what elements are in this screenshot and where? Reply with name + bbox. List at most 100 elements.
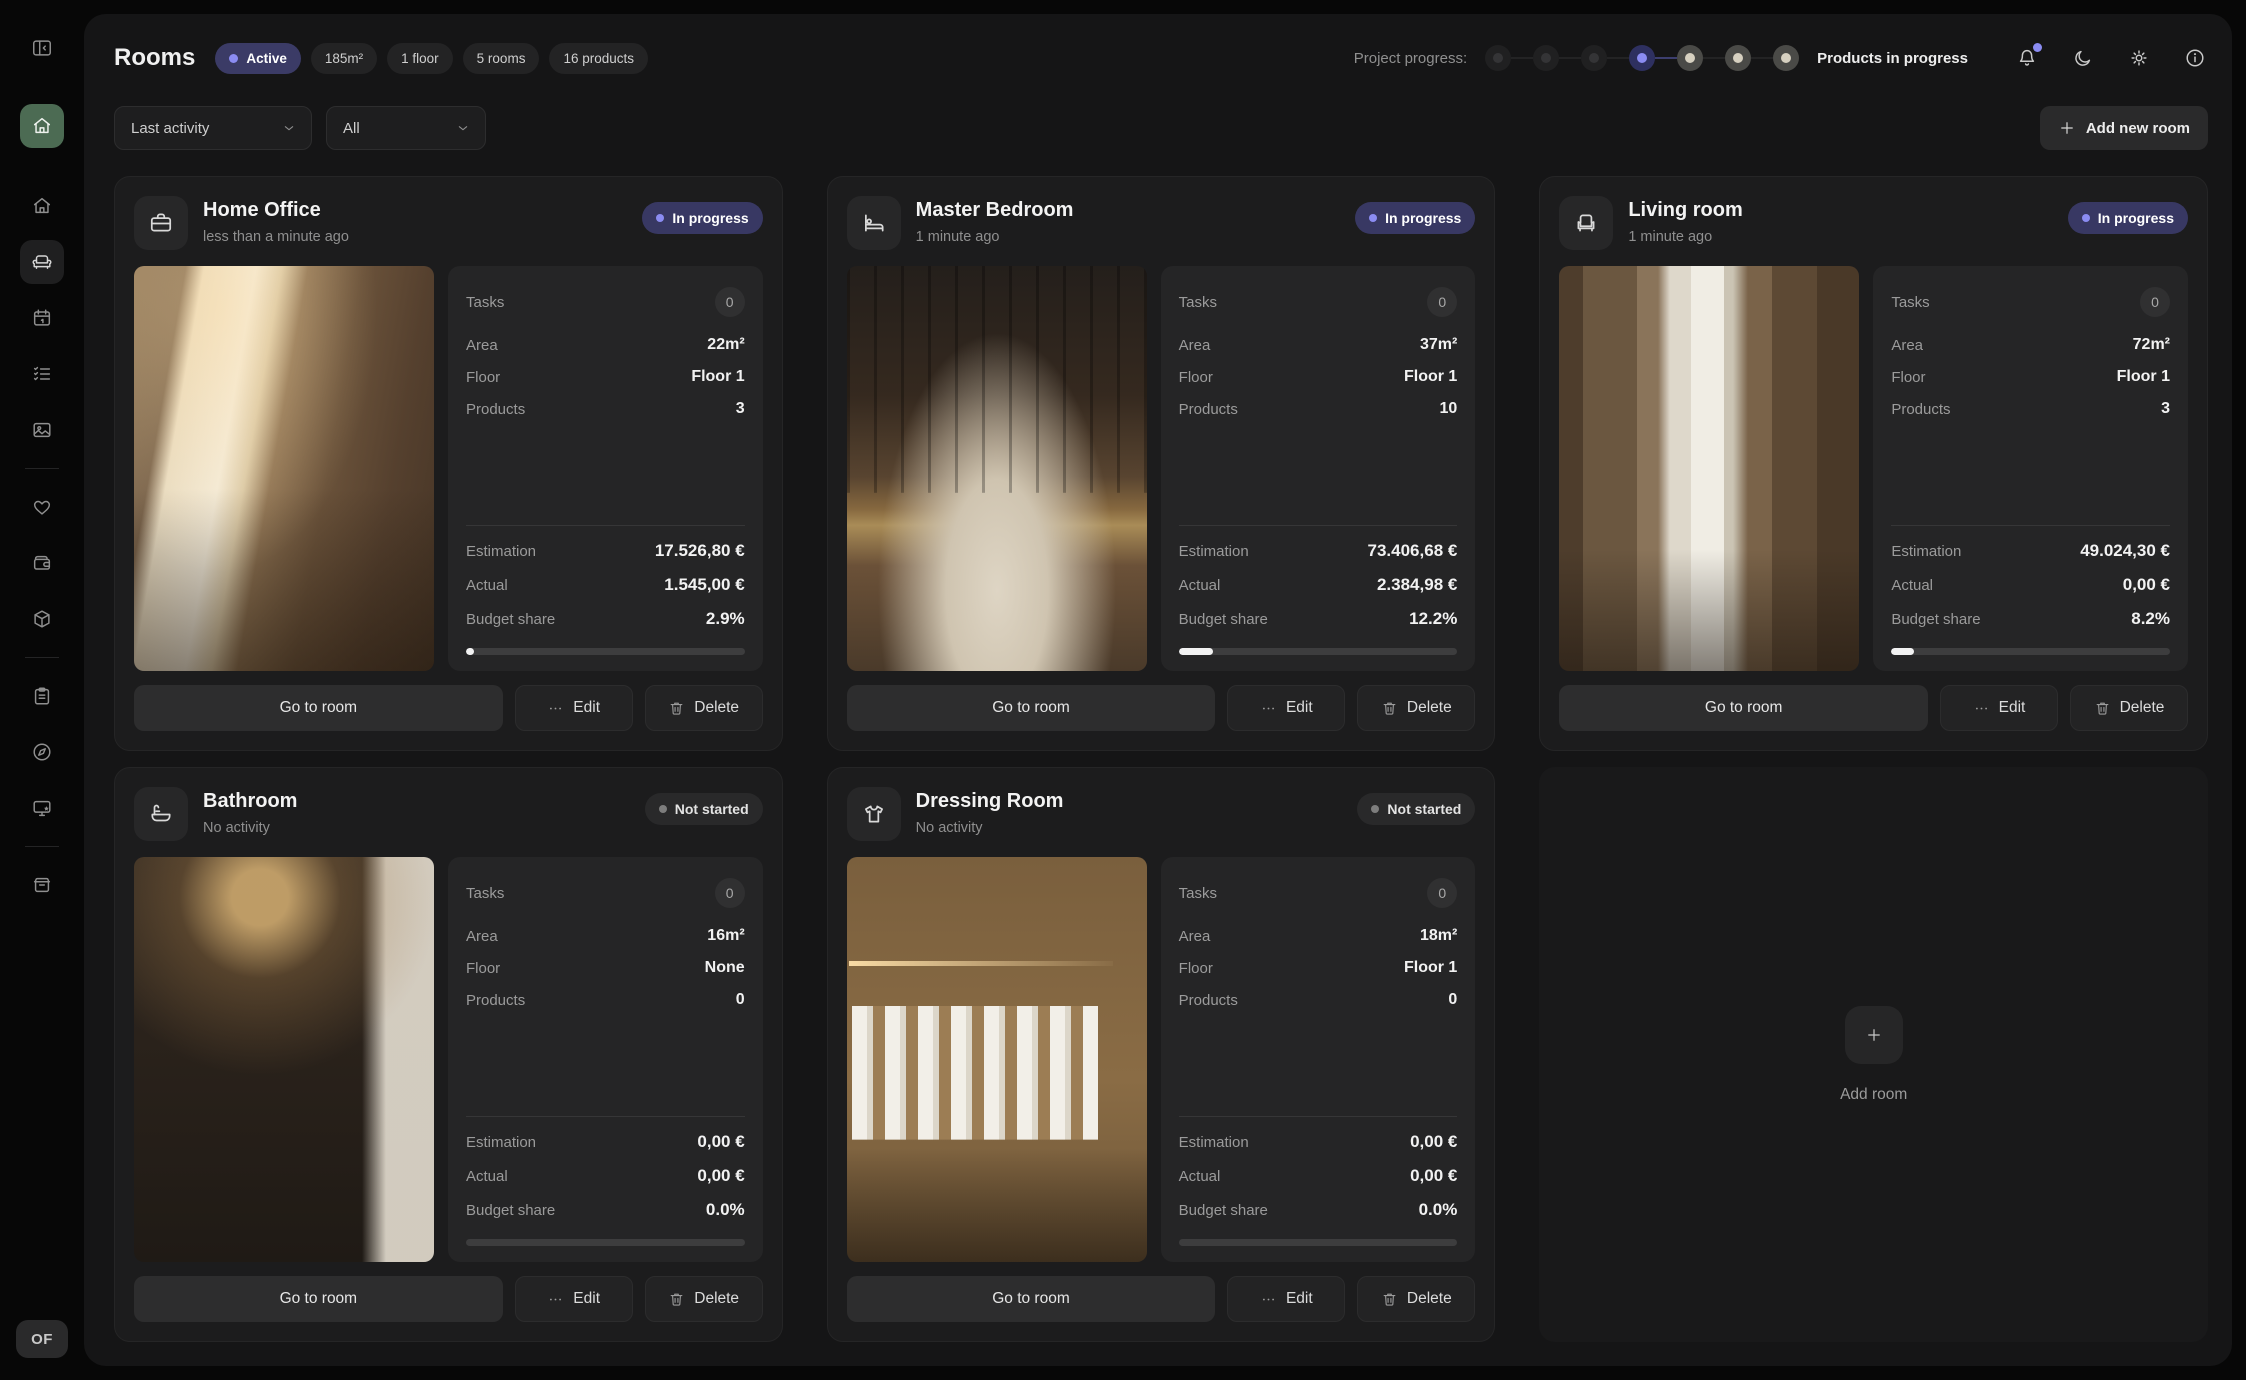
add-new-room-button[interactable]: Add new room: [2040, 106, 2208, 150]
summary-pill: 1 floor: [387, 43, 453, 74]
go-to-room-button[interactable]: Go to room: [134, 1276, 503, 1322]
filter-dropdown[interactable]: All: [326, 106, 486, 150]
go-to-room-button[interactable]: Go to room: [1559, 685, 1928, 731]
briefcase-icon: [148, 210, 174, 236]
products-label: Products: [466, 992, 525, 1009]
room-last-activity: less than a minute ago: [203, 229, 349, 245]
sidebar-item-heart[interactable]: [20, 485, 64, 529]
bell-button[interactable]: [2014, 45, 2040, 71]
edit-room-button[interactable]: Edit: [1227, 1276, 1345, 1322]
go-to-room-button[interactable]: Go to room: [847, 1276, 1216, 1322]
heart-icon: [31, 496, 53, 518]
sidebar-item-image[interactable]: [20, 408, 64, 452]
tasks-count-badge: 0: [1427, 287, 1457, 317]
step-connector: [1751, 57, 1773, 59]
delete-room-button[interactable]: Delete: [2070, 685, 2188, 731]
room-card: Master Bedroom 1 minute ago In progress …: [827, 176, 1496, 751]
active-filter-pill[interactable]: Active: [215, 43, 301, 74]
project-progress-stepper: [1485, 45, 1799, 71]
add-room-tile[interactable]: Add room: [1539, 767, 2208, 1342]
room-card: Home Office less than a minute ago In pr…: [114, 176, 783, 751]
sidebar-divider: [25, 846, 59, 847]
sidebar-item-wallet[interactable]: [20, 541, 64, 585]
area-value: 72m²: [2133, 336, 2170, 354]
app-logo[interactable]: [20, 104, 64, 148]
sidebar-item-cube[interactable]: [20, 597, 64, 641]
moon-button[interactable]: [2070, 45, 2096, 71]
sidebar-item-clipboard[interactable]: [20, 674, 64, 718]
sidebar-item-calendar[interactable]: [20, 296, 64, 340]
delete-room-button[interactable]: Delete: [645, 1276, 763, 1322]
room-stats-panel: Tasks 0 Area 16m² Floor None Products 0: [448, 857, 763, 1262]
room-card: Living room 1 minute ago In progress Tas…: [1539, 176, 2208, 751]
area-value: 16m²: [707, 927, 744, 945]
budget-share-label: Budget share: [1891, 611, 1980, 628]
home-icon: [31, 115, 53, 137]
progress-step-4: [1629, 45, 1655, 71]
room-title: Master Bedroom: [916, 199, 1074, 222]
sort-dropdown[interactable]: Last activity: [114, 106, 312, 150]
chevron-down-icon: [281, 120, 297, 136]
gear-button[interactable]: [2126, 45, 2152, 71]
products-value: 0: [1448, 991, 1457, 1009]
edit-label: Edit: [1999, 699, 2026, 717]
room-card-footer: Go to room Edit Delete: [847, 685, 1476, 731]
room-photo: [134, 266, 434, 671]
plus-icon: [2058, 119, 2076, 137]
go-to-room-button[interactable]: Go to room: [134, 685, 503, 731]
stats-divider: [466, 1116, 745, 1117]
budget-share-value: 0.0%: [1419, 1200, 1458, 1220]
room-title: Home Office: [203, 199, 349, 222]
room-card: Bathroom No activity Not started Tasks 0…: [114, 767, 783, 1342]
sofa-icon: [31, 251, 53, 273]
sidebar-divider: [25, 657, 59, 658]
edit-room-button[interactable]: Edit: [515, 685, 633, 731]
budget-progress-fill: [1179, 648, 1213, 655]
room-type-icon: [134, 196, 188, 250]
edit-room-button[interactable]: Edit: [1227, 685, 1345, 731]
trash-icon: [1381, 1291, 1398, 1308]
stats-divider: [1179, 1116, 1458, 1117]
step-connector: [1559, 57, 1581, 59]
budget-progress-bar: [1891, 648, 2170, 655]
info-button[interactable]: [2182, 45, 2208, 71]
user-avatar[interactable]: OF: [16, 1320, 68, 1358]
area-label: Area: [1179, 337, 1211, 354]
sidebar-item-sofa[interactable]: [20, 240, 64, 284]
sidebar-item-compass[interactable]: [20, 730, 64, 774]
trash-icon: [1381, 700, 1398, 717]
checklist-icon: [31, 363, 53, 385]
floor-label: Floor: [1891, 369, 1925, 386]
sidebar-item-archive[interactable]: [20, 863, 64, 907]
room-status-label: Not started: [675, 801, 749, 817]
estimation-label: Estimation: [466, 543, 536, 560]
room-stats-panel: Tasks 0 Area 37m² Floor Floor 1 Products…: [1161, 266, 1476, 671]
progress-step-3: [1581, 45, 1607, 71]
budget-progress-fill: [466, 648, 474, 655]
delete-room-button[interactable]: Delete: [1357, 685, 1475, 731]
add-room-button[interactable]: [1845, 1006, 1903, 1064]
sidebar-item-checklist[interactable]: [20, 352, 64, 396]
products-value: 3: [2161, 400, 2170, 418]
go-to-room-button[interactable]: Go to room: [847, 685, 1216, 731]
edit-room-button[interactable]: Edit: [1940, 685, 2058, 731]
delete-room-button[interactable]: Delete: [1357, 1276, 1475, 1322]
archive-icon: [31, 874, 53, 896]
budget-progress-bar: [1179, 1239, 1458, 1246]
budget-share-value: 2.9%: [706, 609, 745, 629]
edit-label: Edit: [573, 1290, 600, 1308]
room-card-footer: Go to room Edit Delete: [1559, 685, 2188, 731]
sidebar-item-home[interactable]: [20, 184, 64, 228]
floor-label: Floor: [1179, 369, 1213, 386]
actual-label: Actual: [466, 1168, 508, 1185]
main-panel: Rooms Active 185m²1 floor5 rooms16 produ…: [84, 14, 2232, 1366]
floor-value: Floor 1: [691, 368, 744, 386]
header-right: Project progress: Products in progress: [1354, 45, 2208, 71]
edit-room-button[interactable]: Edit: [515, 1276, 633, 1322]
sidebar-item-monitor-star[interactable]: [20, 786, 64, 830]
budget-progress-bar: [466, 648, 745, 655]
room-photo: [1559, 266, 1859, 671]
delete-room-button[interactable]: Delete: [645, 685, 763, 731]
room-status-label: In progress: [1385, 210, 1461, 226]
sidebar-collapse-button[interactable]: [20, 26, 64, 70]
